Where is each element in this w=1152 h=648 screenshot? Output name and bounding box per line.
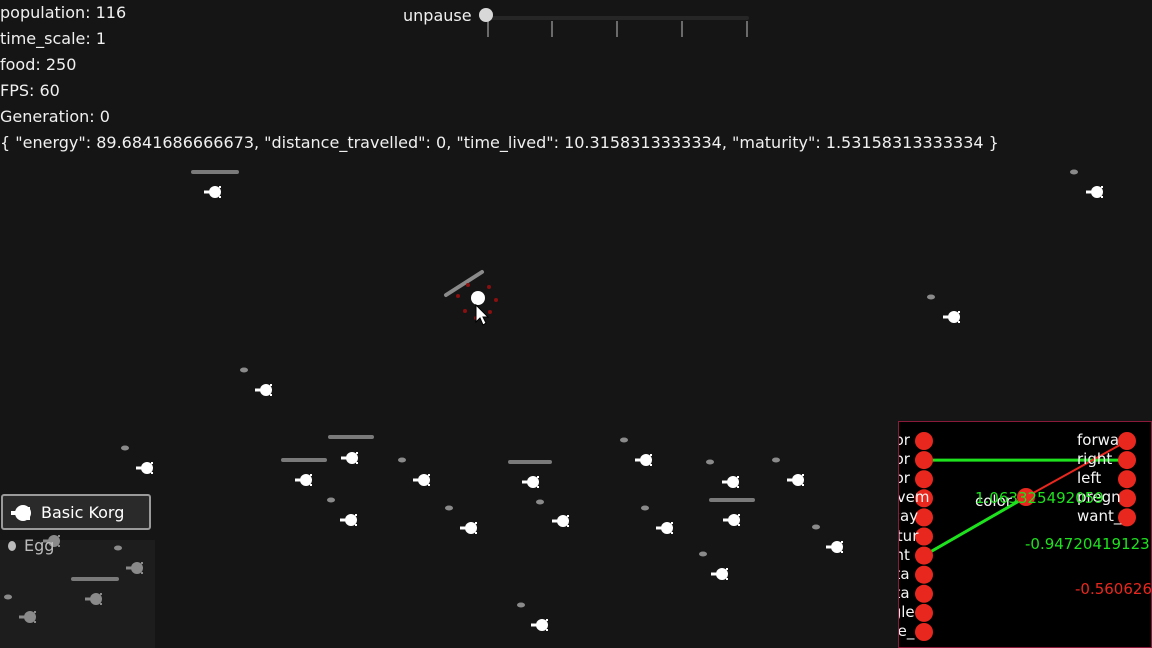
weight-label: 1.063325492059 [975,489,1104,507]
creature[interactable] [340,514,357,526]
food-pellet [398,457,406,463]
creature[interactable] [656,522,673,534]
egg-icon [8,541,16,551]
input-node [915,623,933,641]
creature[interactable] [722,476,739,488]
food-pellet [641,505,649,511]
creature[interactable] [295,474,312,486]
fps-readout: FPS: 60 [0,81,60,100]
food-pellet [240,367,248,373]
food-pellet [536,499,544,505]
food-bar [71,577,119,581]
food-pellet [327,497,335,503]
slider-tick [616,21,618,37]
input-node-label: matur [898,526,919,545]
stats-overlay: population: 116 time_scale: 1 food: 250 … [0,0,999,156]
food-pellet [927,294,935,300]
output-node-label: want_ [1077,507,1122,526]
food-bar [328,435,374,439]
slider-track[interactable] [487,16,749,37]
creature[interactable] [826,541,843,553]
input-node-label: time_ [898,622,915,640]
food-readout: food: 250 [0,55,77,74]
slider-tick [746,21,748,37]
food-pellet [445,505,453,511]
output-node [1118,489,1136,508]
output-node [1118,432,1136,450]
food-pellet [620,437,628,443]
input-node [915,584,933,603]
food-bar [709,498,755,502]
output-node-label: forwa [1077,431,1120,449]
species-item-basic-korg[interactable]: Basic Korg [1,494,151,530]
food-pellet [517,602,525,608]
input-node [915,451,933,470]
output-node-label: left [1077,469,1102,488]
korg-icon [11,505,31,521]
population-readout: population: 116 [0,3,127,22]
creature[interactable] [255,384,272,396]
creature[interactable] [635,454,652,466]
food-pellet [699,551,707,557]
generation-readout: Generation: 0 [0,107,110,126]
slider-tick [551,21,553,37]
species-label: Egg [24,536,55,555]
food-bar [191,170,239,174]
creature[interactable] [723,514,740,526]
input-node-label: decay [899,507,919,526]
food-pellet [706,459,714,465]
creature[interactable] [136,462,153,474]
slider-tick [487,21,489,37]
input-node [915,565,933,584]
creature[interactable] [531,619,548,631]
food-pellet [4,594,12,600]
input-node [915,603,933,622]
selected-creature-info: { "energy": 89.6841686666673, "distance_… [0,133,999,152]
slider-tick [681,21,683,37]
input-node-label: dista [899,583,910,602]
creature[interactable] [460,522,477,534]
creature[interactable] [1086,186,1103,198]
output-node-label: right [1077,450,1113,469]
slider-label: unpause [403,6,472,25]
input-node-label: movem [898,488,930,507]
creature[interactable] [522,476,539,488]
input-node [915,432,933,450]
neural-network-panel: colorcolorcolormovemdecaymatursightdista… [898,421,1152,648]
input-node [915,470,933,489]
creature[interactable] [552,515,569,527]
input-node-label: color [899,469,910,488]
food-bar [508,460,552,464]
creature[interactable] [711,568,728,580]
time-scale-readout: time_scale: 1 [0,29,107,48]
creature[interactable] [341,452,358,464]
input-node [915,546,933,565]
creature[interactable] [126,562,143,574]
mouse-cursor-icon [475,303,490,326]
output-node [1118,451,1136,470]
food-pellet [1070,169,1078,175]
input-node-label: color [899,431,910,449]
creature[interactable] [787,474,804,486]
species-label: Basic Korg [41,503,125,522]
creature[interactable] [204,186,221,198]
weight-label: -0.560626 [1075,580,1152,598]
creature[interactable] [943,311,960,323]
weight-label: -0.947204191237 [1025,535,1152,553]
input-node-label: color [899,450,910,469]
output-node [1118,470,1136,489]
creature[interactable] [85,593,102,605]
input-node-label: sight [899,545,910,564]
food-pellet [812,524,820,530]
input-node-label: dista [899,564,910,583]
slider-handle[interactable] [479,8,493,22]
food-pellet [121,445,129,451]
creature[interactable] [19,611,36,623]
food-bar [281,458,327,462]
food-pellet [772,457,780,463]
food-pellet [114,545,122,551]
input-node-label: angle [899,602,915,621]
creature[interactable] [413,474,430,486]
